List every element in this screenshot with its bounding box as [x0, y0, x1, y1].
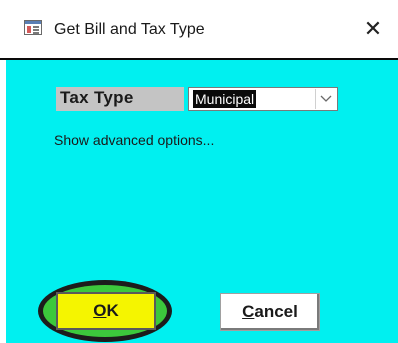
tax-type-label: Tax Type	[60, 88, 134, 107]
close-button[interactable]: ✕	[356, 12, 390, 46]
icon-header-bar	[25, 21, 41, 24]
window-title: Get Bill and Tax Type	[54, 21, 205, 38]
cancel-label-rest: ancel	[254, 302, 298, 321]
icon-cell	[27, 26, 31, 33]
close-icon: ✕	[363, 16, 383, 42]
icon-line	[33, 26, 39, 28]
title-bar: Get Bill and Tax Type ✕	[0, 0, 398, 60]
tax-type-combobox[interactable]: Municipal	[188, 87, 338, 111]
cancel-access-key: C	[242, 302, 255, 321]
ok-label-rest: K	[106, 301, 119, 320]
form-window-icon	[24, 20, 42, 35]
show-advanced-options-link[interactable]: Show advanced options...	[54, 132, 214, 148]
ok-button[interactable]: OK	[56, 292, 156, 330]
chevron-down-icon	[320, 95, 332, 102]
dialog-window: Get Bill and Tax Type ✕ Tax Type Municip…	[0, 0, 398, 343]
icon-line	[33, 29, 39, 31]
dropdown-button[interactable]	[315, 89, 336, 109]
icon-line	[33, 32, 39, 34]
tax-type-selected-value: Municipal	[193, 90, 257, 108]
cancel-button[interactable]: Cancel	[220, 293, 320, 331]
dialog-body: Tax Type Municipal Show advanced options…	[6, 60, 398, 343]
ok-access-key: O	[93, 301, 107, 320]
tax-type-label-box: Tax Type	[56, 87, 184, 111]
